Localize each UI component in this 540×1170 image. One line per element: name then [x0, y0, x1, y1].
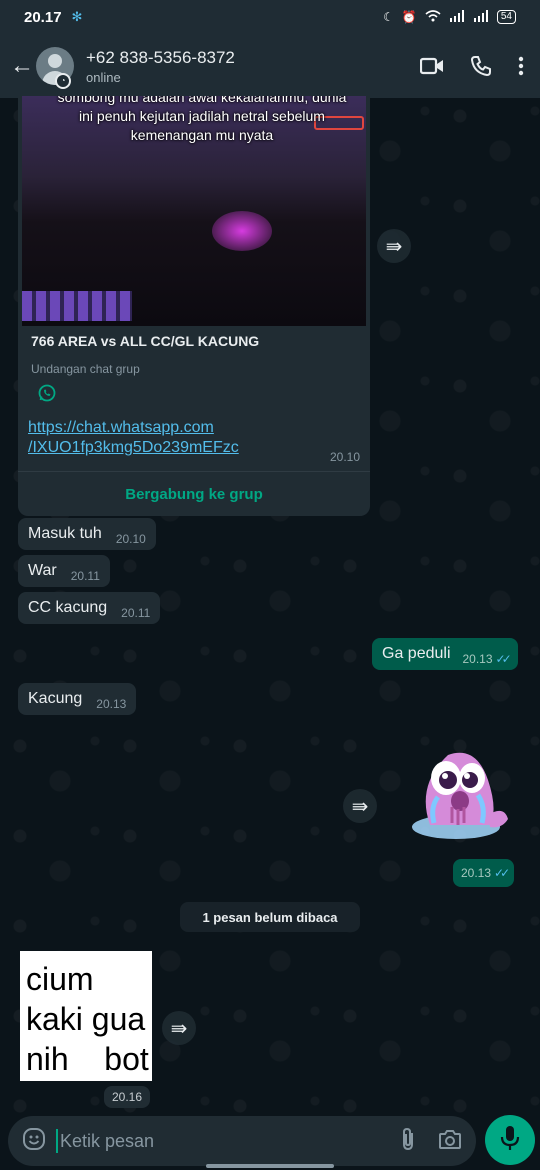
image-message[interactable]: cium kaki gua nih bot — [20, 951, 152, 1081]
message-time: 20.13 — [462, 652, 493, 666]
message-time: 20.13 — [96, 697, 127, 711]
home-indicator[interactable] — [206, 1164, 334, 1168]
message-time: 20.10 — [115, 532, 146, 546]
contact-name[interactable]: +62 838-5356-8372 — [86, 48, 235, 68]
message-text: Kacung — [28, 690, 83, 707]
invite-link-line1[interactable]: https://chat.whatsapp.com — [28, 418, 239, 438]
video-call-icon[interactable] — [420, 57, 444, 75]
message-text: CC kacung — [28, 599, 108, 616]
message-bubble[interactable]: CC kacung 20.11 — [18, 592, 161, 624]
message-composer: Ketik pesan — [8, 1116, 476, 1166]
group-invite-message[interactable]: sombong mu adalah awal kekalahanmu, duni… — [18, 96, 370, 516]
emoji-icon[interactable] — [22, 1127, 46, 1156]
message-time: 20.11 — [70, 569, 100, 583]
header-actions — [420, 55, 530, 77]
invite-link-line2[interactable]: /IXUO1fp3kmg5Do239mEFzc — [28, 438, 239, 458]
signal-icon — [449, 9, 465, 25]
chat-header: ← ◔ +62 838-5356-8372 online — [0, 34, 540, 98]
image-text-line: kaki gua — [26, 1001, 146, 1037]
read-ticks-icon: ✓✓ — [495, 652, 512, 666]
attach-icon[interactable] — [400, 1127, 416, 1156]
sticker-crying-blob[interactable] — [408, 745, 512, 846]
message-text: Masuk tuh — [28, 525, 102, 542]
alarm-icon: ⏰ — [401, 10, 417, 24]
invite-title: 766 AREA vs ALL CC/GL KACUNG — [31, 333, 260, 349]
presence-status: online — [86, 69, 121, 85]
message-bubble[interactable]: Kacung 20.13 — [18, 683, 137, 715]
forward-icon[interactable]: ⇛ — [162, 1011, 196, 1045]
message-text: Ga peduli — [382, 645, 451, 662]
text-cursor — [56, 1129, 58, 1153]
invite-subtitle: Undangan chat grup — [31, 362, 140, 376]
thumbnail-caption: sombong mu adalah awal kekalahanmu, duni… — [57, 96, 347, 143]
voice-record-button[interactable] — [485, 1115, 535, 1165]
forward-icon[interactable]: ⇛ — [343, 789, 377, 823]
message-text: War — [28, 562, 57, 579]
join-group-button[interactable]: Bergabung ke grup — [18, 471, 370, 516]
message-time: 20.11 — [121, 606, 151, 620]
composer-tools — [400, 1127, 462, 1156]
back-arrow-icon[interactable]: ← — [10, 52, 34, 80]
unread-divider: 1 pesan belum dibaca — [180, 902, 360, 932]
invite-thumbnail[interactable]: sombong mu adalah awal kekalahanmu, duni… — [22, 96, 366, 326]
wifi-icon — [425, 9, 441, 25]
contact-info[interactable]: +62 838-5356-8372 online — [86, 48, 235, 85]
battery-icon: 54 — [496, 10, 516, 24]
settings-gear-icon: ✻ — [71, 9, 83, 24]
message-bubble-outgoing[interactable]: Ga peduli 20.13 ✓✓ — [372, 638, 518, 670]
message-time: 20.10 — [329, 450, 360, 464]
camera-icon[interactable] — [438, 1128, 462, 1155]
invite-link[interactable]: https://chat.whatsapp.com /IXUO1fp3kmg5D… — [28, 418, 239, 458]
status-icons: ☾ ⏰ 54 — [383, 9, 516, 25]
message-input[interactable]: Ketik pesan — [60, 1131, 154, 1152]
voice-call-icon[interactable] — [470, 55, 492, 77]
status-badge-icon: ◔ — [55, 73, 71, 89]
message-bubble[interactable]: War 20.11 — [18, 555, 110, 587]
image-text-line: nih bot — [26, 1041, 149, 1077]
status-time: 20.17 — [24, 8, 62, 26]
message-meta: 20.13 ✓✓ — [462, 652, 512, 666]
message-time: 20.16 — [104, 1086, 151, 1108]
read-ticks-icon: ✓✓ — [494, 866, 510, 880]
image-text-line: cium — [26, 961, 94, 997]
message-time: 20.13 — [461, 866, 492, 880]
message-bubble[interactable]: Masuk tuh 20.10 — [18, 518, 156, 550]
whatsapp-icon — [38, 384, 56, 407]
forward-icon[interactable]: ⇛ — [377, 229, 411, 263]
message-meta: 20.13 ✓✓ — [461, 866, 510, 880]
do-not-disturb-icon: ☾ — [383, 10, 394, 24]
status-bar: 20.17 ✻ ☾ ⏰ 54 — [0, 0, 540, 34]
more-options-icon[interactable] — [518, 56, 524, 76]
microphone-icon — [500, 1125, 520, 1156]
sticker-time-pill: 20.13 ✓✓ — [453, 859, 515, 887]
signal-2-icon — [473, 9, 489, 25]
